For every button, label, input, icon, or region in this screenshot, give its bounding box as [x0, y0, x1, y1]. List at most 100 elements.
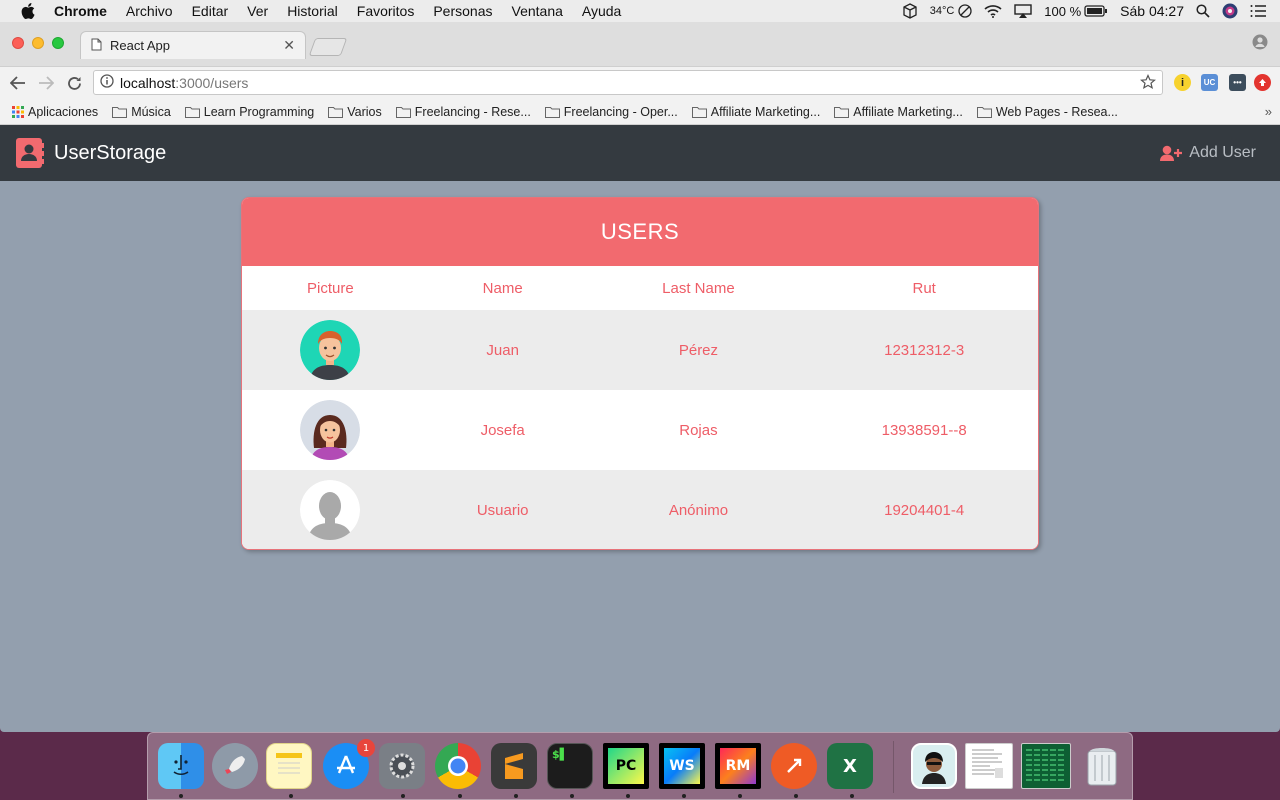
running-indicator [289, 794, 293, 798]
pycharm-icon[interactable]: PC [603, 743, 649, 789]
menu-historial[interactable]: Historial [287, 3, 338, 19]
address-book-icon[interactable] [16, 138, 44, 168]
chrome-icon[interactable] [435, 743, 481, 789]
bookmark-label: Freelancing - Oper... [563, 104, 678, 119]
table-row[interactable]: Josefa Rojas 13938591--8 [242, 390, 1038, 470]
rubymine-icon[interactable]: RM [715, 743, 761, 789]
temperature-readout[interactable]: 34°C [930, 5, 955, 17]
card-title: USERS [242, 198, 1038, 266]
battery-icon[interactable] [1084, 5, 1108, 17]
running-indicator [570, 794, 574, 798]
folder-icon [834, 106, 850, 118]
info-icon[interactable] [100, 74, 114, 91]
airplay-icon[interactable] [1014, 4, 1032, 18]
notes-icon[interactable] [266, 743, 312, 789]
extension-dots-icon[interactable]: ••• [1229, 74, 1246, 91]
menu-ventana[interactable]: Ventana [512, 3, 563, 19]
maximize-window-button[interactable] [52, 37, 64, 49]
bookmark-label: Aplicaciones [28, 104, 99, 119]
name-cell: Usuario [476, 501, 529, 519]
chrome-profile-icon[interactable] [1252, 34, 1268, 55]
close-tab-icon[interactable]: ✕ [283, 37, 295, 54]
rut-cell: 19204401-4 [884, 501, 965, 519]
menu-ayuda[interactable]: Ayuda [582, 3, 621, 19]
folder-icon [976, 106, 992, 118]
reload-icon[interactable] [61, 70, 87, 96]
terminal-icon[interactable]: $▌ [547, 743, 593, 789]
excel-icon[interactable]: X [827, 743, 873, 789]
menu-personas[interactable]: Personas [433, 3, 492, 19]
bookmark-folder[interactable]: Freelancing - Oper... [544, 104, 678, 119]
extension-info-icon[interactable]: i [1174, 74, 1191, 91]
bookmark-folder[interactable]: Música [112, 105, 171, 119]
extension-upload-icon[interactable] [1254, 74, 1271, 91]
webstorm-icon[interactable]: WS [659, 743, 705, 789]
table-row[interactable]: Usuario Anónimo 19204401-4 [242, 470, 1038, 549]
address-bar[interactable]: localhost:3000/users [93, 70, 1163, 95]
add-user-button[interactable]: Add User [1160, 125, 1256, 181]
battery-percentage[interactable]: 100 % [1044, 4, 1081, 19]
close-window-button[interactable] [12, 37, 24, 49]
folder-icon [395, 106, 411, 118]
new-tab-button[interactable] [308, 38, 348, 56]
tab-react-app[interactable]: React App ✕ [80, 31, 306, 59]
document-thumbnail-icon[interactable] [965, 743, 1013, 789]
forward-arrow-icon[interactable] [33, 70, 59, 96]
bookmark-folder[interactable]: Web Pages - Resea... [976, 105, 1118, 119]
bookmark-folder[interactable]: Freelancing - Rese... [395, 105, 531, 119]
minimize-window-button[interactable] [32, 37, 44, 49]
table-header: Picture Name Last Name Rut [242, 266, 1038, 310]
running-indicator [458, 794, 462, 798]
system-preferences-icon[interactable] [379, 743, 425, 789]
bookmark-folder[interactable]: Affiliate Marketing... [834, 105, 963, 119]
clock-circle-icon[interactable] [958, 4, 972, 18]
dock: 1 $▌ PC WS RM X [147, 732, 1133, 800]
avatar-photo-icon[interactable] [911, 743, 957, 789]
notification-center-icon[interactable] [1250, 5, 1266, 17]
folder-icon [328, 106, 344, 118]
menu-favoritos[interactable]: Favoritos [357, 3, 415, 19]
more-bookmarks-chevron-icon[interactable]: » [1265, 104, 1272, 119]
bookmark-star-icon[interactable] [1140, 74, 1156, 93]
picture-cell [242, 400, 419, 460]
bookmark-apps[interactable]: Aplicaciones [12, 105, 98, 119]
bookmark-folder[interactable]: Varios [328, 105, 382, 119]
column-header-rut: Rut [912, 279, 936, 297]
trash-icon[interactable] [1079, 743, 1125, 789]
menu-archivo[interactable]: Archivo [126, 3, 173, 19]
female-avatar [300, 400, 361, 460]
table-row[interactable]: Juan Pérez 12312312-3 [242, 310, 1038, 390]
app-store-icon[interactable]: 1 [323, 739, 375, 789]
bookmark-label: Affiliate Marketing... [710, 104, 821, 119]
clock-readout[interactable]: Sáb 04:27 [1120, 3, 1184, 19]
bookmark-label: Música [131, 104, 171, 119]
bookmark-folder[interactable]: Affiliate Marketing... [691, 104, 821, 119]
running-indicator [794, 794, 798, 798]
running-indicator [850, 794, 854, 798]
finder-icon[interactable] [158, 743, 204, 789]
apple-icon[interactable] [18, 1, 38, 21]
extension-uc-icon[interactable]: UC [1201, 74, 1218, 91]
package-icon[interactable] [902, 3, 918, 19]
running-indicator [626, 794, 630, 798]
postman-icon[interactable] [771, 743, 817, 789]
menu-ver[interactable]: Ver [247, 3, 268, 19]
dock-separator [893, 741, 894, 793]
menu-editar[interactable]: Editar [192, 3, 229, 19]
sublime-text-icon[interactable] [491, 743, 537, 789]
user-profile-icon[interactable] [1222, 3, 1238, 19]
launchpad-icon[interactable] [212, 743, 258, 789]
wifi-icon[interactable] [984, 4, 1002, 18]
spotlight-search-icon[interactable] [1196, 4, 1210, 18]
app-navbar: UserStorage Add User [0, 125, 1280, 181]
brand-name[interactable]: UserStorage [54, 142, 166, 165]
bookmark-folder[interactable]: Learn Programming [184, 105, 314, 119]
back-arrow-icon[interactable] [5, 70, 31, 96]
menu-chrome[interactable]: Chrome [54, 3, 107, 19]
picture-cell [242, 480, 419, 540]
spreadsheet-thumbnail-icon[interactable] [1021, 743, 1071, 789]
running-indicator [514, 794, 518, 798]
apps-grid-icon [12, 105, 24, 118]
picture-cell [242, 320, 419, 380]
anonymous-avatar [300, 480, 361, 540]
